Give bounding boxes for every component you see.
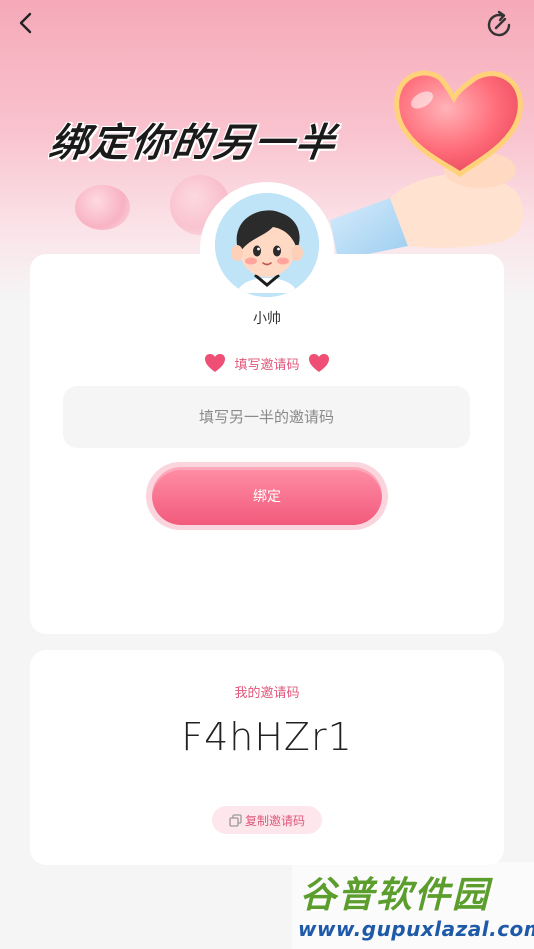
copy-invite-code-button[interactable]: 复制邀请码 bbox=[212, 806, 322, 834]
heart-icon bbox=[308, 354, 329, 372]
watermark-title: 谷普软件园 bbox=[300, 875, 491, 916]
refresh-icon bbox=[487, 10, 511, 37]
heart-hand-illustration bbox=[330, 70, 524, 260]
invite-input-label: 填写邀请码 bbox=[234, 357, 300, 373]
back-button[interactable] bbox=[14, 10, 40, 36]
avatar-illustration bbox=[215, 193, 319, 297]
copy-invite-code-label: 复制邀请码 bbox=[244, 813, 305, 828]
my-invite-code-label: 我的邀请码 bbox=[234, 686, 300, 701]
partner-invite-code-input[interactable] bbox=[63, 386, 470, 448]
decorative-heart-bubble bbox=[75, 185, 130, 230]
heart-icon bbox=[205, 354, 226, 372]
watermark-url: www.gupuxlazal.com bbox=[298, 917, 534, 941]
watermark: 谷普软件园 www.gupuxlazal.com bbox=[292, 862, 534, 949]
avatar bbox=[212, 190, 322, 300]
invite-input-section-label: 填写邀请码 bbox=[0, 353, 534, 377]
bind-button[interactable]: 绑定 bbox=[152, 467, 382, 525]
refresh-button[interactable] bbox=[482, 8, 516, 42]
chevron-left-icon bbox=[19, 12, 32, 34]
username: 小帅 bbox=[253, 311, 281, 327]
my-invite-code-value: F4hHZr1 bbox=[181, 715, 353, 759]
banner-title: 绑定你的另一半 bbox=[46, 121, 340, 166]
copy-icon bbox=[229, 813, 242, 827]
